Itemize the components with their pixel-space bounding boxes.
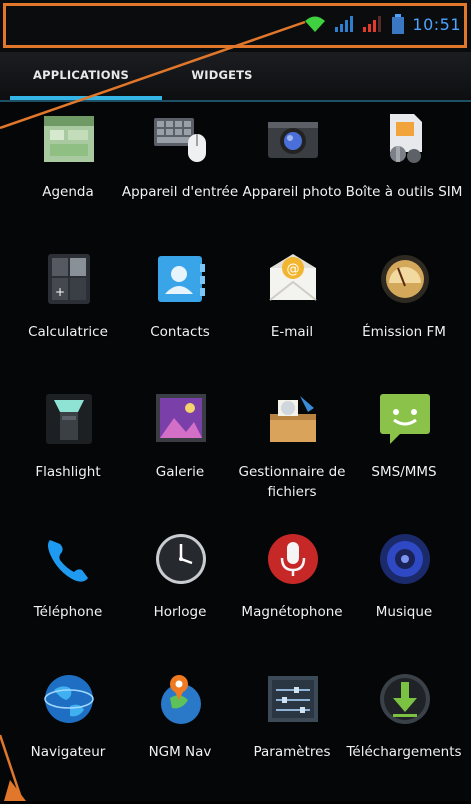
app-calculatrice[interactable]: + Calculatrice bbox=[12, 246, 124, 384]
home-screen: 10:51 APPLICATIONS WIDGETS Agenda Appare… bbox=[0, 0, 471, 801]
app-label: Boîte à outils SIM bbox=[345, 184, 463, 200]
app-navigateur[interactable]: Navigateur bbox=[12, 666, 124, 804]
app-appareil-entree[interactable]: Appareil d'entrée bbox=[122, 106, 238, 244]
app-label: Appareil d'entrée bbox=[121, 184, 239, 200]
app-horloge[interactable]: Horloge bbox=[124, 526, 236, 664]
app-agenda[interactable]: Agenda bbox=[12, 106, 124, 244]
app-gestionnaire-fichiers[interactable]: Gestionnaire de fichiers bbox=[236, 386, 348, 524]
phone-icon bbox=[48, 540, 88, 582]
app-label: Flashlight bbox=[35, 464, 101, 480]
app-label: Contacts bbox=[150, 324, 210, 340]
keyboard-mouse-icon bbox=[154, 118, 206, 162]
app-label: Téléchargements bbox=[346, 744, 462, 760]
app-email[interactable]: @ E-mail bbox=[236, 246, 348, 384]
app-label: Navigateur bbox=[30, 744, 106, 760]
download-icon bbox=[380, 674, 430, 724]
svg-text:@: @ bbox=[287, 262, 300, 277]
app-label: E-mail bbox=[270, 324, 314, 340]
calculator-icon: + bbox=[48, 254, 90, 304]
app-contacts[interactable]: Contacts bbox=[124, 246, 236, 384]
tab-bar: APPLICATIONS WIDGETS bbox=[0, 52, 471, 102]
gallery-icon bbox=[156, 394, 206, 442]
messaging-icon bbox=[380, 394, 430, 444]
app-ngm-nav[interactable]: NGM Nav bbox=[124, 666, 236, 804]
app-sms-mms[interactable]: SMS/MMS bbox=[348, 386, 460, 524]
music-icon bbox=[380, 534, 430, 584]
clock-icon bbox=[156, 534, 206, 584]
app-label: Horloge bbox=[153, 604, 207, 620]
status-bar: 10:51 bbox=[0, 0, 471, 52]
app-label: Émission FM bbox=[362, 324, 446, 340]
app-label: Galerie bbox=[155, 464, 205, 480]
settings-icon bbox=[268, 676, 318, 722]
sim-toolkit-icon bbox=[390, 114, 422, 163]
app-label: Appareil photo bbox=[242, 184, 342, 200]
tab-applications[interactable]: APPLICATIONS bbox=[0, 52, 162, 98]
contacts-icon bbox=[158, 256, 205, 302]
app-appareil-photo[interactable]: Appareil photo bbox=[236, 106, 348, 244]
app-label: Musique bbox=[375, 604, 433, 620]
flashlight-icon bbox=[46, 394, 92, 444]
tab-widgets[interactable]: WIDGETS bbox=[162, 52, 282, 98]
app-musique[interactable]: Musique bbox=[348, 526, 460, 664]
app-grid: Agenda Appareil d'entrée Appareil photo … bbox=[0, 106, 471, 801]
app-boite-outils-sim[interactable]: Boîte à outils SIM bbox=[346, 106, 462, 244]
app-label: Paramètres bbox=[253, 744, 331, 760]
app-telephone[interactable]: Téléphone bbox=[12, 526, 124, 664]
app-label: Calculatrice bbox=[28, 324, 108, 340]
svg-text:+: + bbox=[55, 285, 65, 299]
app-label: Gestionnaire de fichiers bbox=[238, 464, 346, 500]
status-bar-highlight-box bbox=[3, 3, 467, 48]
fm-transmitter-icon bbox=[381, 255, 429, 303]
app-label: Agenda bbox=[42, 184, 94, 200]
app-flashlight[interactable]: Flashlight bbox=[12, 386, 124, 524]
app-label: NGM Nav bbox=[148, 744, 212, 760]
globe-icon bbox=[44, 675, 94, 723]
app-label: Magnétophone bbox=[241, 604, 343, 620]
app-label: SMS/MMS bbox=[371, 464, 437, 480]
email-icon: @ bbox=[269, 254, 317, 301]
tab-divider bbox=[0, 100, 471, 102]
navigation-icon bbox=[161, 675, 201, 724]
app-galerie[interactable]: Galerie bbox=[124, 386, 236, 524]
file-manager-icon bbox=[270, 396, 316, 442]
camera-icon bbox=[268, 122, 318, 158]
app-telechargements[interactable]: Téléchargements bbox=[346, 666, 462, 804]
app-label: Téléphone bbox=[33, 604, 103, 620]
microphone-icon bbox=[268, 534, 318, 584]
app-magnetophone[interactable]: Magnétophone bbox=[236, 526, 348, 664]
app-emission-fm[interactable]: Émission FM bbox=[348, 246, 460, 384]
calendar-icon bbox=[44, 116, 94, 162]
app-parametres[interactable]: Paramètres bbox=[236, 666, 348, 804]
